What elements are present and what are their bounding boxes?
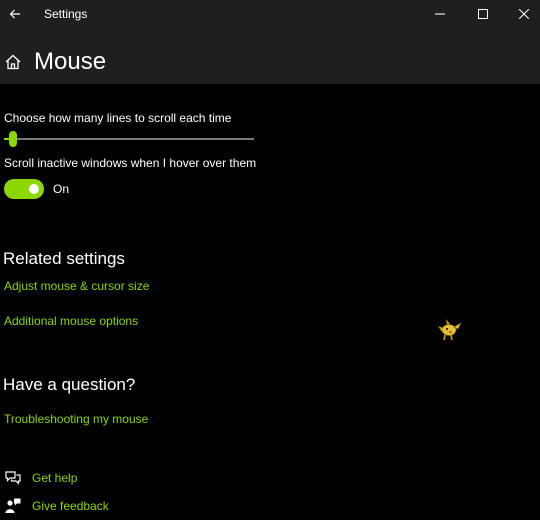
- troubleshooting-mouse-link[interactable]: Troubleshooting my mouse: [4, 412, 148, 426]
- have-a-question-title: Have a question?: [3, 375, 136, 394]
- slider-track: [4, 138, 254, 140]
- related-settings-title: Related settings: [3, 249, 125, 268]
- home-icon[interactable]: [4, 53, 22, 71]
- additional-mouse-options-link[interactable]: Additional mouse options: [4, 314, 138, 328]
- back-arrow-icon: [9, 9, 20, 19]
- minimize-button[interactable]: [418, 0, 462, 28]
- title-bar: Settings: [0, 0, 540, 28]
- feedback-person-icon: [5, 498, 21, 513]
- maximize-button[interactable]: [461, 0, 505, 28]
- page-title: Mouse: [34, 48, 107, 75]
- chat-bubbles-icon: [5, 471, 21, 485]
- scroll-lines-label: Choose how many lines to scroll each tim…: [4, 111, 232, 125]
- get-help-link[interactable]: Get help: [4, 469, 77, 487]
- give-feedback-link[interactable]: Give feedback: [4, 497, 109, 515]
- give-feedback-label: Give feedback: [32, 499, 109, 513]
- scroll-inactive-toggle[interactable]: [4, 179, 44, 199]
- scroll-inactive-label: Scroll inactive windows when I hover ove…: [4, 156, 257, 170]
- scroll-lines-slider[interactable]: [4, 131, 254, 147]
- cursor-mascot-icon: [438, 319, 462, 341]
- slider-thumb[interactable]: [9, 131, 17, 147]
- adjust-mouse-cursor-size-link[interactable]: Adjust mouse & cursor size: [4, 279, 149, 293]
- get-help-label: Get help: [32, 471, 78, 485]
- minimize-icon: [435, 13, 445, 15]
- page-header: Mouse: [0, 28, 540, 84]
- toggle-state-label: On: [53, 182, 70, 196]
- close-icon: [519, 9, 529, 19]
- window-title: Settings: [44, 7, 88, 21]
- back-button[interactable]: [4, 3, 26, 25]
- toggle-knob: [29, 184, 39, 194]
- close-button[interactable]: [502, 0, 540, 28]
- maximize-icon: [478, 9, 488, 19]
